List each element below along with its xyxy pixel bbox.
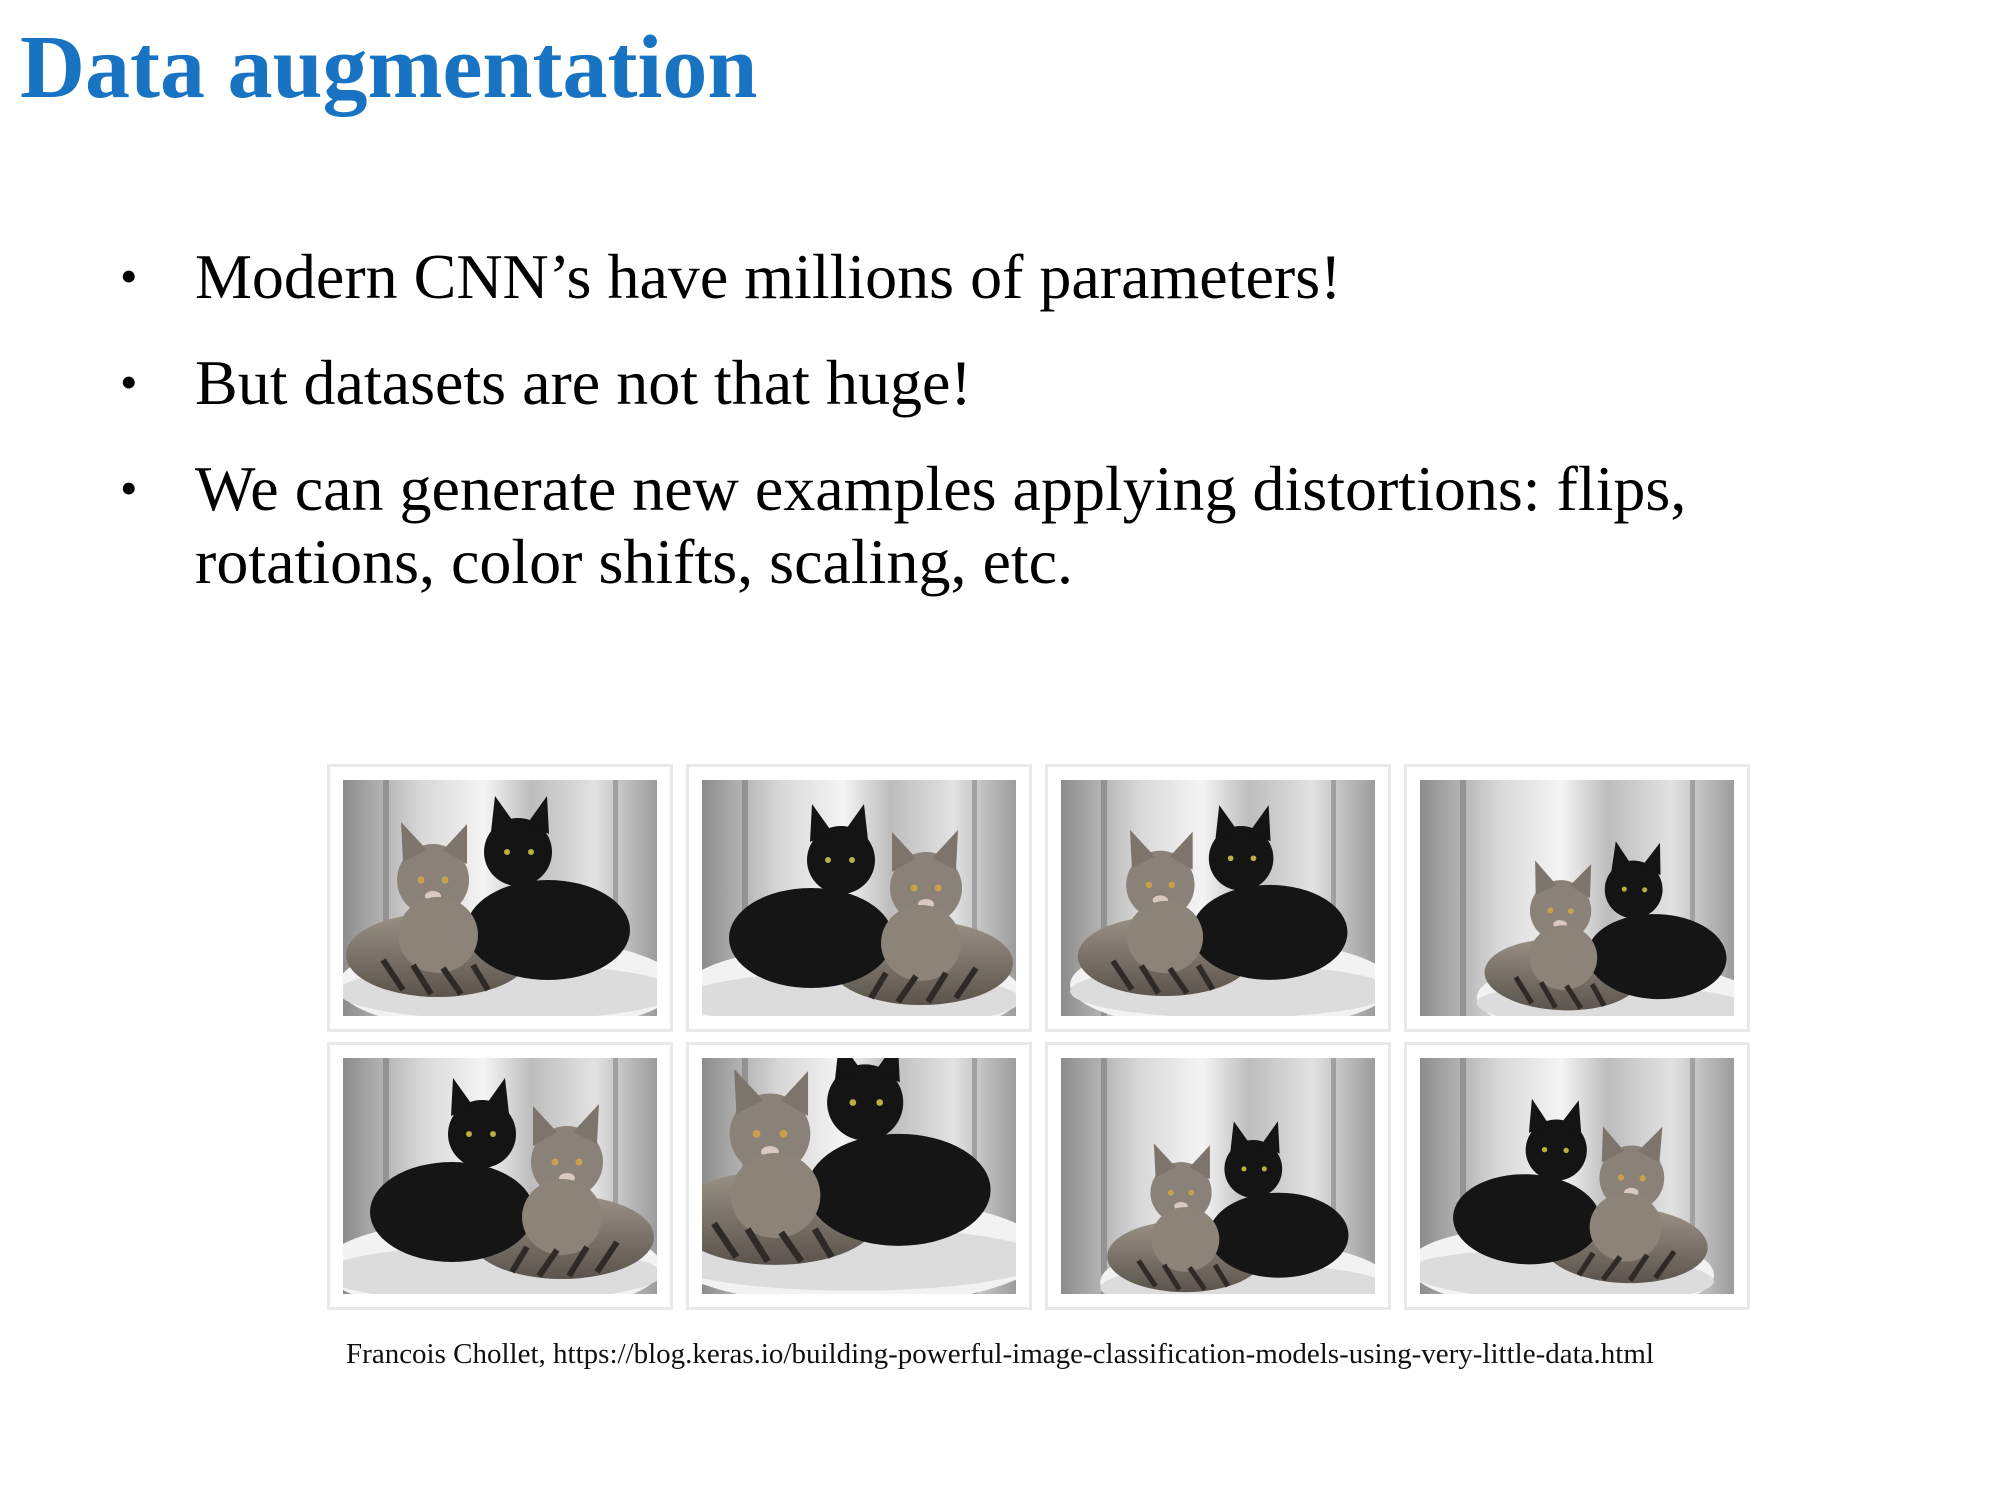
augmented-image-tile xyxy=(1404,764,1750,1032)
bullet-item: • But datasets are not that huge! xyxy=(120,346,1820,419)
augmented-image-tile xyxy=(1045,1042,1391,1310)
image-credit: Francois Chollet, https://blog.keras.io/… xyxy=(346,1338,1654,1370)
cat-photo xyxy=(702,1058,1016,1294)
cat-photo xyxy=(1061,1058,1375,1294)
bullet-item: • Modern CNN’s have millions of paramete… xyxy=(120,240,1820,313)
cat-photo xyxy=(702,780,1016,1016)
augmented-image-tile xyxy=(686,764,1032,1032)
augmented-image-tile xyxy=(1045,764,1391,1032)
bullet-item: • We can generate new examples applying … xyxy=(120,452,1820,598)
cat-photo xyxy=(1061,780,1375,1016)
cat-photo xyxy=(343,780,657,1016)
augmented-image-tile xyxy=(327,1042,673,1310)
bullet-text: We can generate new examples applying di… xyxy=(195,453,1687,597)
augmentation-image-grid xyxy=(327,764,1751,1314)
bullet-text: Modern CNN’s have millions of parameters… xyxy=(195,241,1342,312)
bullet-icon: • xyxy=(120,460,138,516)
slide-title: Data augmentation xyxy=(20,18,758,117)
bullet-text: But datasets are not that huge! xyxy=(195,347,972,418)
augmented-image-tile xyxy=(1404,1042,1750,1310)
augmented-image-tile xyxy=(686,1042,1032,1310)
bullet-icon: • xyxy=(120,354,138,410)
bullet-icon: • xyxy=(120,248,138,304)
cat-photo xyxy=(1420,1058,1734,1294)
bullet-list: • Modern CNN’s have millions of paramete… xyxy=(120,240,1820,631)
cat-photo xyxy=(1420,780,1734,1016)
cat-photo xyxy=(343,1058,657,1294)
augmented-image-tile xyxy=(327,764,673,1032)
